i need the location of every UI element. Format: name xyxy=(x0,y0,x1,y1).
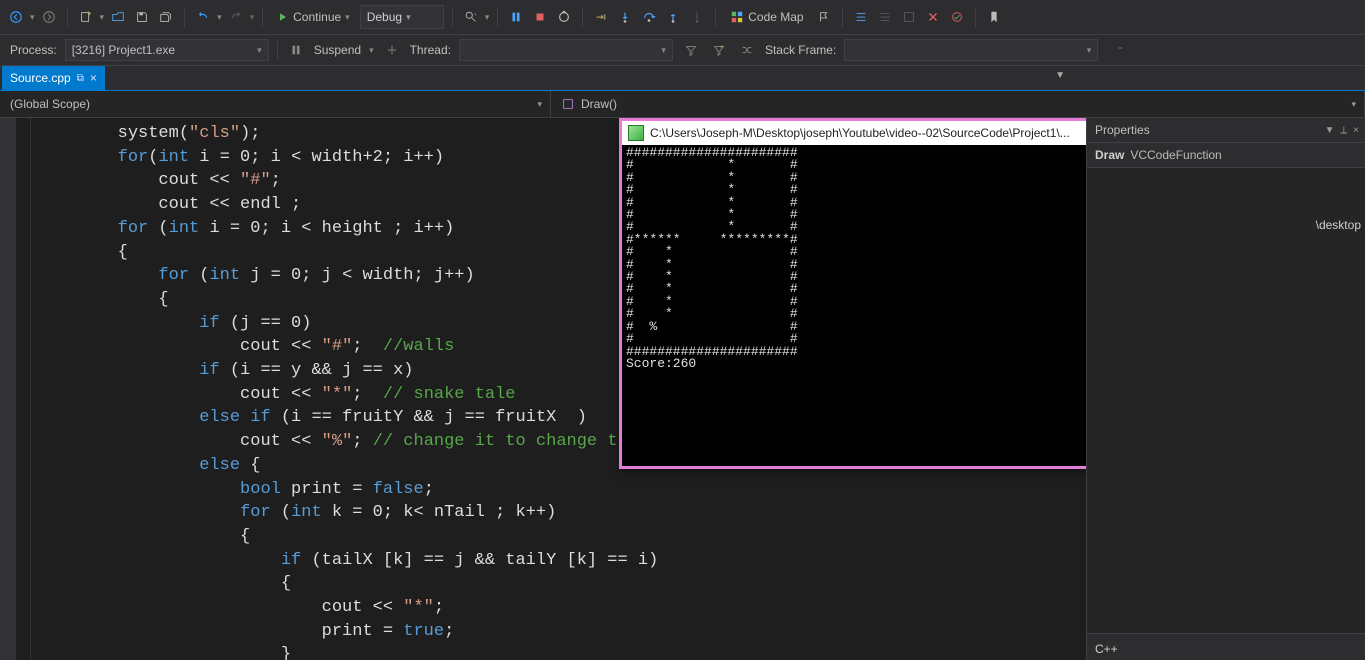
debug-overflow-button[interactable]: ⁼ xyxy=(1110,40,1130,60)
toggle-button-b[interactable] xyxy=(923,7,943,27)
step-into-specific-button[interactable] xyxy=(687,7,707,27)
codemap-button[interactable]: Code Map xyxy=(724,5,809,29)
step-over-button[interactable] xyxy=(639,7,659,27)
console-titlebar[interactable]: C:\Users\Joseph-M\Desktop\joseph\Youtube… xyxy=(622,121,1086,145)
nav-forward-button[interactable] xyxy=(39,7,59,27)
bookmark-next-button[interactable] xyxy=(1032,7,1052,27)
scope-right-dropdown[interactable]: Draw() ▾ xyxy=(551,91,1365,117)
panel-dropdown-icon[interactable]: ▼ xyxy=(1325,125,1335,136)
document-tabs: Source.cpp ⧉ × ▼ xyxy=(0,66,1365,91)
undo-button[interactable] xyxy=(193,7,213,27)
codemap-label: Code Map xyxy=(748,10,803,24)
panel-close-icon[interactable]: × xyxy=(1353,125,1359,136)
process-dropdown[interactable]: [3216] Project1.exe ▾ xyxy=(65,39,269,61)
tabs-overflow-icon[interactable]: ▼ xyxy=(1055,70,1065,81)
code-content: system("cls"); for(int i = 0; i < width+… xyxy=(36,122,658,660)
open-button[interactable] xyxy=(108,7,128,27)
properties-func-type: VCCodeFunction xyxy=(1130,148,1221,162)
thread-icon xyxy=(382,40,402,60)
save-all-button[interactable] xyxy=(156,7,176,27)
outline-margin[interactable] xyxy=(16,118,31,660)
filter-icon-2[interactable] xyxy=(709,40,729,60)
filter-icon[interactable] xyxy=(681,40,701,60)
process-value: [3216] Project1.exe xyxy=(72,43,175,57)
pin-icon[interactable]: ⧉ xyxy=(77,73,84,84)
pause-button[interactable] xyxy=(506,7,526,27)
tab-source-cpp[interactable]: Source.cpp ⧉ × xyxy=(2,66,105,90)
continue-label: Continue xyxy=(293,10,341,24)
console-body: ###################### # * # # * # # * #… xyxy=(622,145,1086,466)
new-item-button[interactable] xyxy=(76,7,96,27)
thread-label: Thread: xyxy=(410,43,451,57)
bookmark-prev-button[interactable] xyxy=(1008,7,1028,27)
thread-dropdown[interactable]: ▾ xyxy=(459,39,673,61)
tab-filename: Source.cpp xyxy=(10,71,71,85)
properties-header: Properties ▼ ⟂ × xyxy=(1087,118,1365,143)
bookmark-clear-button[interactable] xyxy=(1056,7,1076,27)
console-output: ###################### # * # # * # # * #… xyxy=(622,145,1086,466)
uncomment-button[interactable] xyxy=(875,7,895,27)
step-into-button[interactable] xyxy=(615,7,635,27)
shuffle-icon[interactable] xyxy=(737,40,757,60)
bookmark-button[interactable] xyxy=(984,7,1004,27)
config-dropdown[interactable]: Debug ▾ xyxy=(360,5,444,29)
scope-left-value: (Global Scope) xyxy=(10,97,90,111)
main-toolbar: ▾ ▾ ▾ ▾ Continue ▾ Debug ▾ ▾ Code Map xyxy=(0,0,1365,35)
find-button[interactable] xyxy=(461,7,481,27)
properties-title: Properties xyxy=(1095,123,1150,137)
console-app-icon xyxy=(628,125,644,141)
toggle-button-c[interactable] xyxy=(947,7,967,27)
codemap-flag-button[interactable] xyxy=(814,7,834,27)
properties-combo[interactable]: Draw VCCodeFunction xyxy=(1087,143,1365,168)
properties-bottom-label: C++ xyxy=(1095,642,1118,656)
close-tab-icon[interactable]: × xyxy=(90,72,97,84)
main-area: system("cls"); for(int i = 0; i < width+… xyxy=(0,118,1365,660)
toggle-button-a[interactable] xyxy=(899,7,919,27)
suspend-label: Suspend xyxy=(314,43,361,57)
stop-button[interactable] xyxy=(530,7,550,27)
properties-body: \desktop xyxy=(1087,168,1365,633)
process-label: Process: xyxy=(10,43,57,57)
scope-bar: (Global Scope) ▾ Draw() ▾ xyxy=(0,91,1365,118)
redo-button[interactable] xyxy=(226,7,246,27)
properties-panel: Properties ▼ ⟂ × Draw VCCodeFunction \de… xyxy=(1086,118,1365,660)
properties-side-tag: \desktop xyxy=(1316,218,1361,232)
show-next-button[interactable] xyxy=(591,7,611,27)
nav-back-button[interactable] xyxy=(6,7,26,27)
code-editor[interactable]: system("cls"); for(int i = 0; i < width+… xyxy=(0,118,1086,660)
scope-right-value: Draw() xyxy=(581,97,617,111)
panel-pin-icon[interactable]: ⟂ xyxy=(1340,125,1347,136)
step-out-button[interactable] xyxy=(663,7,683,27)
config-value: Debug xyxy=(367,10,402,24)
console-window[interactable]: C:\Users\Joseph-M\Desktop\joseph\Youtube… xyxy=(619,118,1086,469)
comment-out-button[interactable] xyxy=(851,7,871,27)
debug-toolbar: Process: [3216] Project1.exe ▾ Suspend ▾… xyxy=(0,35,1365,66)
stackframe-dropdown[interactable]: ▾ xyxy=(844,39,1098,61)
stackframe-label: Stack Frame: xyxy=(765,43,836,57)
save-button[interactable] xyxy=(132,7,152,27)
toolbar-overflow-button[interactable] xyxy=(1339,7,1359,27)
properties-func-label: Draw xyxy=(1095,148,1124,162)
scope-left-dropdown[interactable]: (Global Scope) ▾ xyxy=(0,91,551,117)
breakpoint-gutter[interactable] xyxy=(0,118,16,660)
restart-button[interactable] xyxy=(554,7,574,27)
properties-footer: C++ xyxy=(1087,633,1365,660)
suspend-icon[interactable] xyxy=(286,40,306,60)
continue-button[interactable]: Continue ▾ xyxy=(271,5,356,29)
console-title: C:\Users\Joseph-M\Desktop\joseph\Youtube… xyxy=(650,126,1086,140)
